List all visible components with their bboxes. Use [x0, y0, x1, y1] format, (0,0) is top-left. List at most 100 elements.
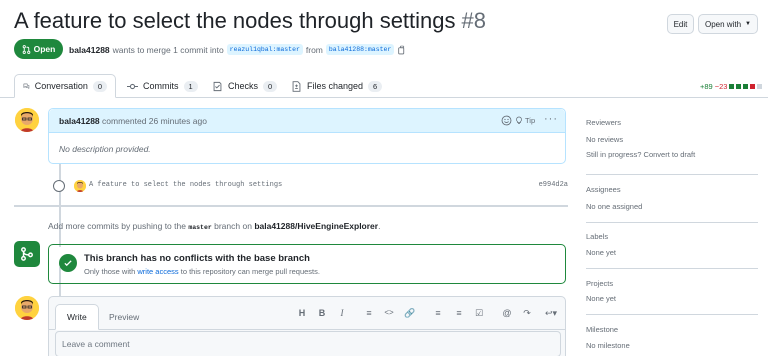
comment-editor: Write Preview H B I ≡ <> 🔗 ≡ ≡ ☑ @ ↷ ↩▾ … [48, 296, 566, 356]
tab-checks[interactable]: Checks 0 [212, 74, 278, 98]
commit-row: A feature to select the nodes through se… [53, 178, 568, 192]
sidebar-divider [586, 268, 758, 269]
avatar[interactable] [15, 296, 39, 320]
tab-commits-label: Commits [143, 81, 179, 91]
pr-number: #8 [461, 8, 486, 33]
checklist-icon [213, 81, 222, 91]
state-badge: Open [14, 39, 63, 59]
repo-link[interactable]: bala41288/HiveEngineExplorer [254, 221, 378, 231]
git-merge-icon [14, 241, 40, 267]
labels-heading[interactable]: Labels [586, 232, 608, 241]
tab-write[interactable]: Write [55, 304, 99, 330]
tab-files-changed[interactable]: Files changed 6 [291, 74, 383, 98]
edit-button[interactable]: Edit [667, 14, 694, 34]
reviewers-heading[interactable]: Reviewers [586, 118, 621, 127]
copy-icon[interactable] [397, 45, 406, 55]
comment-placeholder: Leave a comment [62, 339, 130, 349]
reviewers-value: No reviews [586, 135, 624, 144]
sidebar-divider [586, 222, 758, 223]
edit-button-label: Edit [673, 19, 688, 29]
pr-author[interactable]: bala41288 [69, 45, 110, 55]
diffstat-deletions: −23 [714, 82, 728, 91]
projects-heading[interactable]: Projects [586, 279, 613, 288]
comment-time[interactable]: commented 26 minutes ago [102, 116, 207, 126]
tab-commits-count: 1 [183, 80, 198, 92]
diffstat-block [743, 84, 749, 89]
code-icon[interactable]: <> [382, 308, 396, 317]
italic-icon[interactable]: I [335, 308, 349, 318]
diffstat[interactable]: +89 −23 [700, 82, 763, 91]
reply-icon[interactable]: ↩▾ [540, 308, 562, 319]
tab-conversation-label: Conversation [34, 81, 88, 91]
diffstat-block [736, 84, 742, 89]
milestone-heading[interactable]: Milestone [586, 325, 618, 334]
diffstat-block [750, 84, 756, 89]
comment-body: No description provided. [59, 144, 151, 154]
comment-textarea[interactable]: Leave a comment [55, 331, 561, 356]
assignees-heading[interactable]: Assignees [586, 185, 621, 194]
base-branch[interactable]: reazul1qbal:master [226, 44, 303, 55]
tab-files-changed-label: Files changed [307, 81, 364, 91]
quote-icon[interactable]: ≡ [362, 308, 376, 318]
projects-value: None yet [586, 294, 617, 303]
cross-reference-icon[interactable]: ↷ [520, 308, 534, 319]
tab-conversation[interactable]: Conversation 0 [14, 74, 116, 98]
avatar[interactable] [15, 108, 39, 132]
timeline-divider [14, 205, 568, 207]
head-branch[interactable]: bala41288:master [325, 44, 395, 55]
from-text: from [305, 44, 323, 55]
tab-preview-label: Preview [109, 312, 140, 322]
git-pull-request-icon [22, 44, 30, 54]
light-bulb-icon [516, 116, 522, 124]
avatar[interactable] [74, 180, 86, 192]
commit-sha[interactable]: e994d2a [539, 181, 568, 189]
heading-icon[interactable]: H [295, 308, 309, 318]
milestone-value: No milestone [586, 341, 630, 350]
tip-button[interactable]: Tip [515, 116, 535, 125]
triangle-down-icon: ▼ [745, 21, 751, 27]
merge-status-subtitle: Only those with write access to this rep… [84, 267, 320, 276]
merge-status-box: This branch has no conflicts with the ba… [48, 244, 566, 284]
write-access-link[interactable]: write access [137, 267, 178, 276]
git-commit-icon [53, 180, 65, 192]
mention-icon[interactable]: @ [500, 308, 514, 318]
open-with-button[interactable]: Open with ▼ [698, 14, 758, 34]
add-more-commits-hint: Add more commits by pushing to the maste… [48, 221, 380, 231]
comment-meta: bala41288 commented 26 minutes ago [59, 116, 207, 126]
link-icon[interactable]: 🔗 [403, 308, 417, 319]
assignees-value: No one assigned [586, 202, 643, 211]
comment-box: bala41288 commented 26 minutes ago Tip ·… [48, 108, 566, 164]
pr-title: A feature to select the nodes through se… [14, 8, 486, 34]
file-diff-icon [292, 80, 301, 92]
tab-checks-label: Checks [228, 81, 259, 91]
sidebar-divider [586, 314, 758, 315]
check-icon [59, 254, 77, 272]
diffstat-block [757, 84, 763, 89]
tab-write-label: Write [67, 312, 87, 322]
tab-files-changed-count: 6 [368, 80, 383, 92]
commit-message[interactable]: A feature to select the nodes through se… [89, 181, 282, 189]
tab-conversation-count: 0 [92, 80, 107, 92]
kebab-icon[interactable]: ··· [544, 113, 558, 125]
tasklist-icon[interactable]: ☑ [472, 308, 486, 319]
smiley-icon[interactable] [501, 115, 512, 126]
comment-header: bala41288 commented 26 minutes ago Tip ·… [49, 109, 565, 133]
merge-status-title: This branch has no conflicts with the ba… [84, 253, 310, 264]
add-more-prefix: Add more commits by pushing to the [48, 221, 186, 231]
bold-icon[interactable]: B [315, 308, 329, 318]
tab-preview[interactable]: Preview [98, 304, 150, 330]
sidebar-divider [586, 174, 758, 175]
merge-action-text: wants to merge 1 commit into [112, 44, 224, 55]
tip-label: Tip [525, 116, 536, 125]
git-commit-icon [127, 83, 138, 89]
convert-to-draft-note[interactable]: Still in progress? Convert to draft [586, 150, 695, 159]
merge-sub-suffix: to this repository can merge pull reques… [180, 267, 320, 276]
state-label: Open [33, 44, 56, 54]
tab-commits[interactable]: Commits 1 [127, 74, 198, 98]
open-with-label: Open with [705, 19, 742, 29]
comment-author[interactable]: bala41288 [59, 116, 100, 126]
list-unordered-icon[interactable]: ≡ [431, 308, 445, 318]
list-ordered-icon[interactable]: ≡ [452, 308, 466, 318]
merge-sub-prefix: Only those with [84, 267, 136, 276]
add-more-suffix: . [378, 221, 381, 231]
